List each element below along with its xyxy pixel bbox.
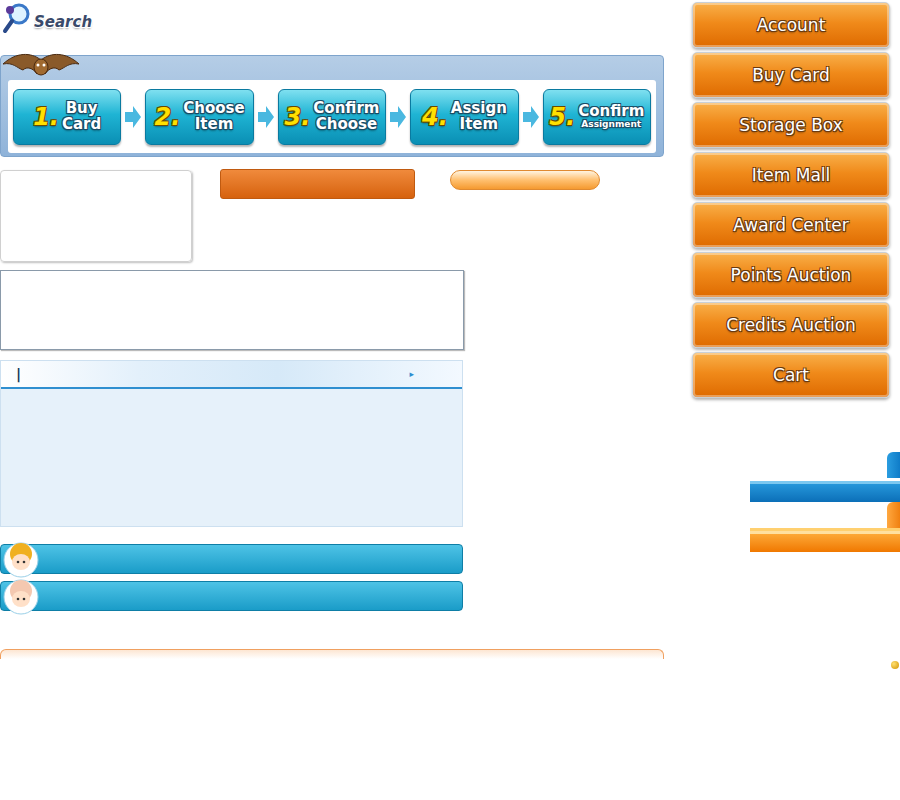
step-number: 2. [154, 103, 180, 131]
step-label: ChooseItem [183, 101, 244, 133]
steps-row: 1.BuyCard 2.ChooseItem 3.ConfirmChoose 4.As… [8, 80, 656, 153]
search-logo[interactable]: Search [0, 0, 664, 38]
orange-tab[interactable] [750, 502, 900, 552]
sidebar-item[interactable]: Storage Box [692, 102, 890, 148]
step-arrow-icon [522, 105, 540, 129]
step-arrow-icon [124, 105, 142, 129]
avatar-bar [0, 544, 463, 574]
sidebar-item[interactable]: Credits Auction [692, 302, 890, 348]
step-number: 5. [549, 103, 575, 131]
main-column: Search 1.BuyCard 2.ChooseItem 3.ConfirmChoo… [0, 0, 664, 800]
dot-icon [891, 661, 899, 669]
list-header: |▸ [1, 361, 462, 389]
nurse-avatar-icon [1, 578, 45, 616]
header-mark: | [16, 366, 21, 382]
step-button[interactable]: 3.ConfirmChoose [278, 89, 386, 145]
sidebar-item[interactable]: Buy Card [692, 52, 890, 98]
magnifier-icon [2, 2, 32, 36]
step-button[interactable]: 4.AssignItem [410, 89, 518, 145]
blue-tab[interactable] [750, 452, 900, 502]
step-arrow-icon [257, 105, 275, 129]
sidebar: AccountBuy CardStorage BoxItem MallAward… [692, 0, 900, 800]
search-label: Search [34, 13, 92, 31]
info-row [0, 170, 664, 262]
sidebar-item[interactable]: Award Center [692, 202, 890, 248]
sidebar-item[interactable]: Item Mall [692, 152, 890, 198]
step-label: BuyCard [62, 101, 101, 133]
step-arrow-icon [389, 105, 407, 129]
blonde-avatar-icon [1, 541, 45, 579]
step-button[interactable]: 5.ConfirmAssignment [543, 89, 651, 145]
header-arrow[interactable]: ▸ [409, 369, 414, 379]
step-label: AssignItem [451, 101, 507, 133]
step-button[interactable]: 2.ChooseItem [145, 89, 253, 145]
page: Search 1.BuyCard 2.ChooseItem 3.ConfirmChoo… [0, 0, 900, 800]
orange-bar [220, 169, 415, 199]
footer-panel [0, 649, 664, 659]
list-panel: |▸ [0, 360, 463, 527]
steps-panel: 1.BuyCard 2.ChooseItem 3.ConfirmChoose 4.As… [0, 55, 664, 157]
avatar-bar [0, 581, 463, 611]
step-number: 4. [422, 103, 448, 131]
sidebar-item[interactable]: Cart [692, 352, 890, 398]
step-number: 3. [285, 103, 311, 131]
content-box [0, 270, 464, 350]
step-label: ConfirmChoose [313, 101, 379, 133]
orange-pill[interactable] [450, 170, 600, 190]
sidebar-item[interactable]: Points Auction [692, 252, 890, 298]
step-button[interactable]: 1.BuyCard [13, 89, 121, 145]
sidebar-item[interactable]: Account [692, 2, 890, 48]
info-card [0, 170, 192, 262]
step-number: 1. [33, 103, 59, 131]
step-label: ConfirmAssignment [578, 104, 644, 129]
bat-icon [1, 50, 81, 84]
